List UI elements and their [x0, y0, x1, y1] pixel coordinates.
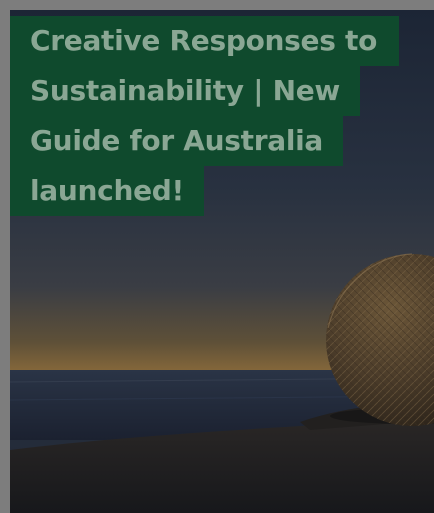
title-line-3[interactable]: Guide for Australia	[10, 116, 344, 166]
article-card[interactable]: Creative Responses to Sustainability | N…	[10, 10, 434, 513]
title-line-1[interactable]: Creative Responses to	[10, 16, 400, 66]
article-title[interactable]: Creative Responses to Sustainability | N…	[10, 16, 410, 216]
title-line-2[interactable]: Sustainability | New	[10, 66, 360, 116]
page-backdrop: Creative Responses to Sustainability | N…	[0, 0, 434, 513]
title-line-4[interactable]: launched!	[10, 166, 204, 216]
